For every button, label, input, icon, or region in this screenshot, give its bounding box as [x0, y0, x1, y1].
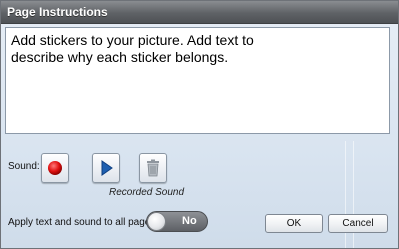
apply-all-label: Apply text and sound to all pages: [8, 217, 159, 228]
ok-button[interactable]: OK [265, 214, 323, 233]
toggle-knob [147, 212, 166, 231]
trash-icon [147, 159, 159, 177]
play-button[interactable] [92, 153, 120, 183]
play-icon [101, 160, 113, 176]
record-icon [48, 161, 62, 175]
toggle-state-label: No [182, 215, 197, 227]
apply-all-toggle[interactable]: No [146, 211, 208, 232]
recorded-sound-caption: Recorded Sound [109, 187, 185, 198]
record-button[interactable] [41, 153, 69, 183]
instructions-textarea[interactable]: Add stickers to your picture. Add text t… [5, 27, 390, 134]
dialog-title: Page Instructions [7, 5, 108, 19]
page-instructions-dialog: Page Instructions Add stickers to your p… [0, 0, 399, 249]
delete-sound-button[interactable] [139, 153, 167, 183]
sound-label: Sound: [8, 161, 40, 172]
title-bar: Page Instructions [1, 1, 398, 24]
cancel-button[interactable]: Cancel [328, 214, 388, 233]
